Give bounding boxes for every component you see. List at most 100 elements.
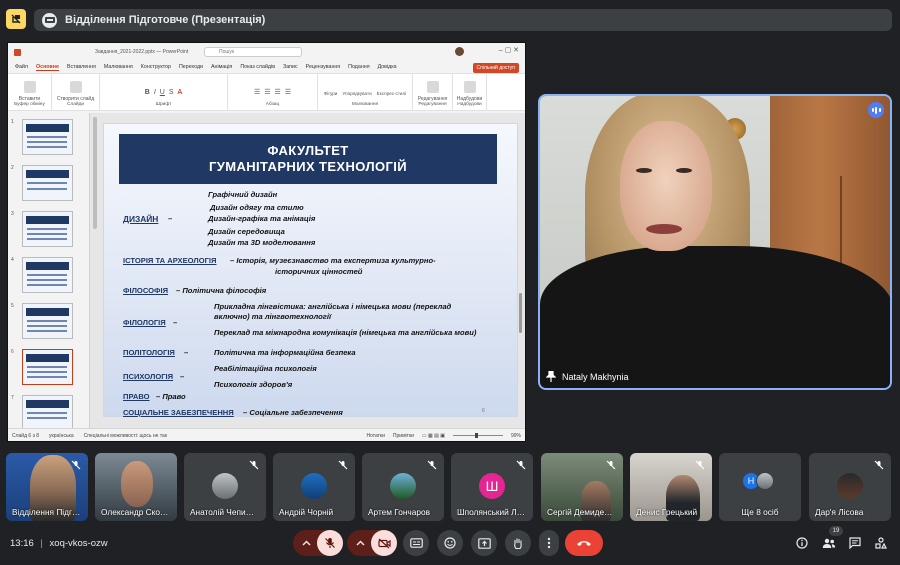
design-dash: – <box>168 214 173 223</box>
thumbnail-scrollbar-thumb[interactable] <box>93 117 97 229</box>
ribbon-group-drawing: Фігури Упорядкувати Експрес-стилі Малюва… <box>318 74 413 110</box>
slide-thumbnail[interactable] <box>22 165 73 201</box>
slide-thumbnail[interactable] <box>22 257 73 293</box>
ppt-tab[interactable]: Подання <box>348 64 369 70</box>
new-slide-icon[interactable] <box>69 81 82 93</box>
slide-thumbnail[interactable] <box>22 211 73 247</box>
ribbon-group-label: Шрифт <box>155 102 172 107</box>
paragraph-controls[interactable]: ☰ ☰ ☰ ☰ <box>254 88 291 96</box>
slide-thumbnail-selected[interactable] <box>22 349 73 385</box>
slide-thumbnail[interactable] <box>22 303 73 339</box>
presentation-warning-button[interactable] <box>6 9 26 29</box>
design-item: Дизайн-графіка та анімація <box>208 214 316 223</box>
pin-icon[interactable] <box>546 371 556 382</box>
addins-icon[interactable] <box>463 81 476 93</box>
status-right: Нотатки Примітки ▭ ▦ ▤ ▣ 99% <box>366 433 525 439</box>
design-item: Графічний дизайн <box>208 190 278 199</box>
slide-thumbnail[interactable] <box>22 395 73 431</box>
status-accessibility[interactable]: Спеціальні можливості: щось не так <box>84 433 167 439</box>
status-comments-button[interactable]: Примітки <box>393 433 414 439</box>
ppt-tab[interactable]: Анімація <box>211 64 232 70</box>
participant-tile[interactable]: Андрій Чорній <box>273 453 355 521</box>
ribbon-group-clipboard: Вставити Буфер обміну <box>8 74 52 110</box>
slide-thumbnails: 1 2 3 4 5 6 7 <box>8 113 90 431</box>
mic-options-button[interactable] <box>298 535 314 551</box>
participant-tile[interactable]: Сергій Демиде… <box>541 453 623 521</box>
ribbon-group-editing: Редагування Редагування <box>413 74 453 110</box>
ribbon-group-slides: Створити слайд Слайди <box>52 74 100 110</box>
raise-hand-button[interactable] <box>505 530 531 556</box>
meeting-code[interactable]: xoq-vkos-ozw <box>50 538 108 549</box>
participant-tile[interactable]: Дар'я Лісова <box>809 453 891 521</box>
presentation-chip[interactable]: Відділення Підготовче (Презентація) <box>34 9 892 31</box>
people-button[interactable] <box>822 536 836 550</box>
ppt-tab[interactable]: Файл <box>15 64 28 70</box>
chat-button[interactable] <box>848 536 862 550</box>
participant-tile[interactable]: Відділення Підг… <box>6 453 88 521</box>
active-speaker-tile[interactable]: Nataly Makhynia <box>538 94 892 390</box>
psychology-item: Реабілітаційна психологія <box>214 364 317 373</box>
mic-toggle-button[interactable] <box>317 530 343 556</box>
mic-off-icon <box>248 459 260 471</box>
ppt-tab[interactable]: Запис <box>283 64 298 70</box>
camera-options-button[interactable] <box>352 535 368 551</box>
end-call-icon <box>577 541 591 546</box>
view-buttons[interactable]: ▭ ▦ ▤ ▣ <box>422 433 445 439</box>
ppt-tab[interactable]: Показ слайдів <box>240 64 275 70</box>
participant-tile[interactable]: Ш Шполянський Л… <box>451 453 533 521</box>
present-button[interactable] <box>471 530 497 556</box>
ppt-tab[interactable]: Вставлення <box>67 64 96 70</box>
ppt-tab[interactable]: Рецензування <box>306 64 341 70</box>
paste-icon[interactable] <box>23 81 36 93</box>
thumbnail-number: 6 <box>11 349 14 355</box>
quick-styles-button[interactable]: Експрес-стилі <box>377 91 407 96</box>
camera-toggle-button[interactable] <box>371 530 397 556</box>
mic-off-icon <box>426 459 438 471</box>
ppt-search-box[interactable]: Пошук <box>204 47 302 57</box>
font-controls[interactable]: BIUSA <box>145 89 182 96</box>
slide-title-banner: ФАКУЛЬТЕТ ГУМАНІТАРНИХ ТЕХНОЛОГІЙ <box>119 134 497 184</box>
control-bar: 13:16 | xoq-vkos-ozw 19 <box>0 526 900 565</box>
thumbnail-number: 4 <box>11 257 14 263</box>
shapes-button[interactable]: Фігури <box>324 91 338 96</box>
philology-item: включно) та лінгвотехнології <box>214 312 332 321</box>
slide-title-line1: ФАКУЛЬТЕТ <box>267 143 349 158</box>
more-participants-tile[interactable]: Н Ще 8 осіб <box>719 453 801 521</box>
participant-tile[interactable]: Анатолій Чепи… <box>184 453 266 521</box>
participant-avatar <box>212 473 238 499</box>
status-language[interactable]: українська <box>49 433 74 439</box>
captions-button[interactable] <box>403 530 429 556</box>
thumbnail-number: 3 <box>11 211 14 217</box>
activities-button[interactable] <box>874 536 888 550</box>
politology-text: Політична та інформаційна безпека <box>214 348 356 357</box>
ppt-tab[interactable]: Конструктор <box>141 64 171 70</box>
zoom-slider[interactable] <box>452 433 503 438</box>
participant-tile[interactable]: Артем Гончаров <box>362 453 444 521</box>
current-slide: ФАКУЛЬТЕТ ГУМАНІТАРНИХ ТЕХНОЛОГІЙ Графіч… <box>103 123 518 417</box>
editing-icon[interactable] <box>426 81 439 93</box>
ppt-tab[interactable]: Довідка <box>378 64 397 70</box>
participant-name: Шполянський Л… <box>457 507 525 517</box>
end-call-button[interactable] <box>565 530 603 556</box>
slide-thumbnail[interactable] <box>22 119 73 155</box>
ppt-tab[interactable]: Переходи <box>179 64 203 70</box>
ppt-tab[interactable]: Малювання <box>104 64 133 70</box>
participant-avatar <box>756 472 774 490</box>
more-options-button[interactable] <box>539 530 559 556</box>
thumbnail-number: 1 <box>11 119 14 125</box>
status-notes-button[interactable]: Нотатки <box>366 433 384 439</box>
participant-tile[interactable]: Олександр Ско… <box>95 453 177 521</box>
ribbon-group-paragraph: ☰ ☰ ☰ ☰ Абзац <box>228 74 318 110</box>
slide-scrollbar[interactable] <box>519 293 522 333</box>
top-bar: Відділення Підготовче (Презентація) <box>0 0 900 40</box>
participant-name: Денис Грецький <box>636 507 698 517</box>
reactions-button[interactable] <box>437 530 463 556</box>
participant-tile[interactable]: Денис Грецький <box>630 453 712 521</box>
meeting-details-button[interactable] <box>795 536 809 550</box>
design-label: ДИЗАЙН <box>123 214 159 224</box>
arrange-button[interactable]: Упорядкувати <box>342 91 371 96</box>
ppt-tab-active[interactable]: Основне <box>36 64 59 71</box>
ppt-share-button[interactable]: Спільний доступ <box>472 63 519 73</box>
ppt-status-bar: Слайд 6 з 8 українська Спеціальні можлив… <box>8 428 525 441</box>
info-icon <box>796 537 808 549</box>
